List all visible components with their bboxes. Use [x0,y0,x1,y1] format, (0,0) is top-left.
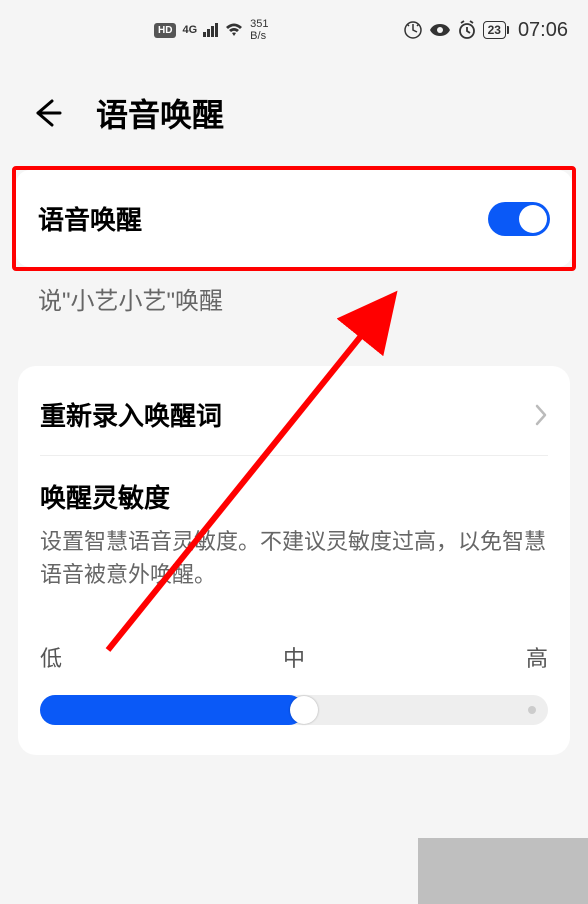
battery-icon: 23 [483,21,506,39]
voice-wake-label: 语音唤醒 [38,200,142,237]
slider-label-mid: 中 [283,641,305,673]
page-title: 语音唤醒 [96,90,224,136]
settings-card: 重新录入唤醒词 唤醒灵敏度 设置智慧语音灵敏度。不建议灵敏度过高，以免智慧语音被… [18,366,570,755]
status-bar: HD 4G 351 B/s 23 07:06 [0,0,588,60]
rerecord-row[interactable]: 重新录入唤醒词 [40,390,548,456]
clock: 07:06 [518,19,568,42]
wake-phrase-text: 说"小艺小艺"唤醒 [0,271,588,336]
chevron-right-icon [534,403,548,427]
eye-icon [429,22,451,38]
slider-label-low: 低 [40,641,62,673]
slider-labels: 低 中 高 [40,641,548,673]
network-type: 4G [182,24,197,36]
toggle-knob [519,205,547,233]
slider-thumb[interactable] [290,696,318,724]
rerecord-label: 重新录入唤醒词 [40,396,222,433]
slider-fill [40,695,304,725]
slider-end-dot [528,706,536,714]
sensitivity-block: 唤醒灵敏度 设置智慧语音灵敏度。不建议灵敏度过高，以免智慧语音被意外唤醒。 低 … [40,456,548,725]
slider-label-high: 高 [526,641,548,673]
alarm-icon [457,20,477,40]
signal-icon [203,23,218,37]
network-speed: 351 B/s [250,18,268,42]
status-right: 23 07:06 [403,19,568,42]
voice-wake-toggle[interactable] [488,202,550,236]
sensitivity-slider[interactable] [40,695,548,725]
gray-overlay [418,838,588,904]
highlight-annotation: 语音唤醒 [12,166,576,271]
page-header: 语音唤醒 [0,60,588,166]
wifi-icon [224,22,244,38]
sync-icon [403,20,423,40]
sensitivity-desc: 设置智慧语音灵敏度。不建议灵敏度过高，以免智慧语音被意外唤醒。 [40,525,548,591]
back-icon[interactable] [30,95,66,131]
status-left: HD 4G 351 B/s [20,18,403,42]
hd-icon: HD [154,23,176,38]
voice-wake-row[interactable]: 语音唤醒 [16,170,572,267]
voice-wake-card: 语音唤醒 [16,170,572,267]
sensitivity-title: 唤醒灵敏度 [40,478,548,515]
